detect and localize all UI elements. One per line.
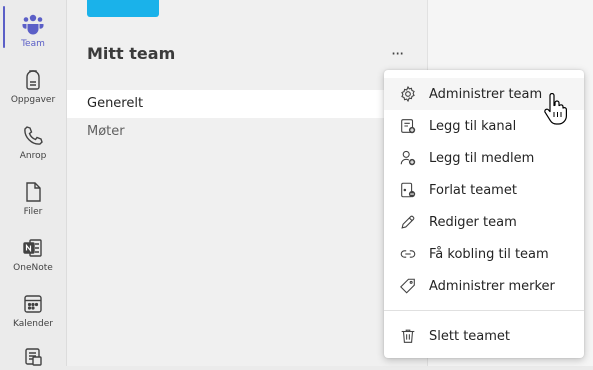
rail-item-app[interactable] xyxy=(0,346,66,370)
more-options-button[interactable]: ··· xyxy=(391,44,404,63)
phone-icon xyxy=(24,126,43,145)
menu-item-get-link[interactable]: Få kobling til team xyxy=(384,238,584,270)
tag-icon xyxy=(400,278,415,294)
rail-label: OneNote xyxy=(13,263,53,273)
add-channel-icon xyxy=(401,119,416,134)
team-avatar[interactable] xyxy=(87,0,159,17)
app-icon xyxy=(25,348,42,366)
rail-item-calendar[interactable]: Kalender xyxy=(0,292,66,329)
tasks-icon xyxy=(26,70,40,90)
menu-item-delete-team[interactable]: Slett teamet xyxy=(384,320,584,352)
menu-item-label: Forlat teamet xyxy=(429,182,517,198)
menu-item-label: Rediger team xyxy=(429,214,517,230)
rail-label: Oppgaver xyxy=(10,95,56,105)
menu-item-label: Administrer team xyxy=(429,86,543,102)
onenote-icon xyxy=(23,239,42,257)
menu-item-label: Legg til medlem xyxy=(429,150,535,166)
teams-icon xyxy=(22,14,44,35)
rail-item-files[interactable]: Filer xyxy=(0,180,66,217)
calendar-icon xyxy=(24,295,42,313)
add-member-icon xyxy=(400,150,416,166)
rail-item-team[interactable]: Team xyxy=(0,6,66,49)
link-icon xyxy=(400,250,416,258)
rail-label: Anrop xyxy=(19,151,47,161)
team-panel: Mitt team ··· Generelt Møter xyxy=(67,0,428,366)
rail-item-tasks[interactable]: Oppgaver xyxy=(0,68,66,105)
rail-label: Kalender xyxy=(13,319,53,329)
team-name[interactable]: Mitt team xyxy=(87,44,175,63)
menu-item-label: Slett teamet xyxy=(429,328,511,344)
menu-item-label: Få kobling til team xyxy=(429,246,549,262)
file-icon xyxy=(26,182,41,202)
rail-item-onenote[interactable]: OneNote xyxy=(0,236,66,273)
menu-item-manage-tags[interactable]: Administrer merker xyxy=(384,270,584,302)
menu-item-edit-team[interactable]: Rediger team xyxy=(384,206,584,238)
app-rail: Team Oppgaver Anrop Filer OneNote Kalend… xyxy=(0,0,67,366)
channel-item-generelt[interactable]: Generelt xyxy=(67,90,427,118)
trash-icon xyxy=(401,329,415,343)
gear-icon xyxy=(401,85,415,103)
channel-item-moter[interactable]: Møter xyxy=(67,118,427,146)
rail-label: Team xyxy=(21,39,45,49)
menu-item-add-member[interactable]: Legg til medlem xyxy=(384,142,584,174)
menu-item-label: Legg til kanal xyxy=(429,118,517,134)
menu-divider xyxy=(384,310,584,311)
leave-team-icon xyxy=(401,182,416,198)
rail-item-calls[interactable]: Anrop xyxy=(0,124,66,161)
rail-label: Filer xyxy=(23,207,43,217)
menu-item-label: Administrer merker xyxy=(429,278,555,294)
pencil-icon xyxy=(401,215,415,229)
hand-pointer-icon xyxy=(544,93,567,125)
menu-item-leave-team[interactable]: Forlat teamet xyxy=(384,174,584,206)
